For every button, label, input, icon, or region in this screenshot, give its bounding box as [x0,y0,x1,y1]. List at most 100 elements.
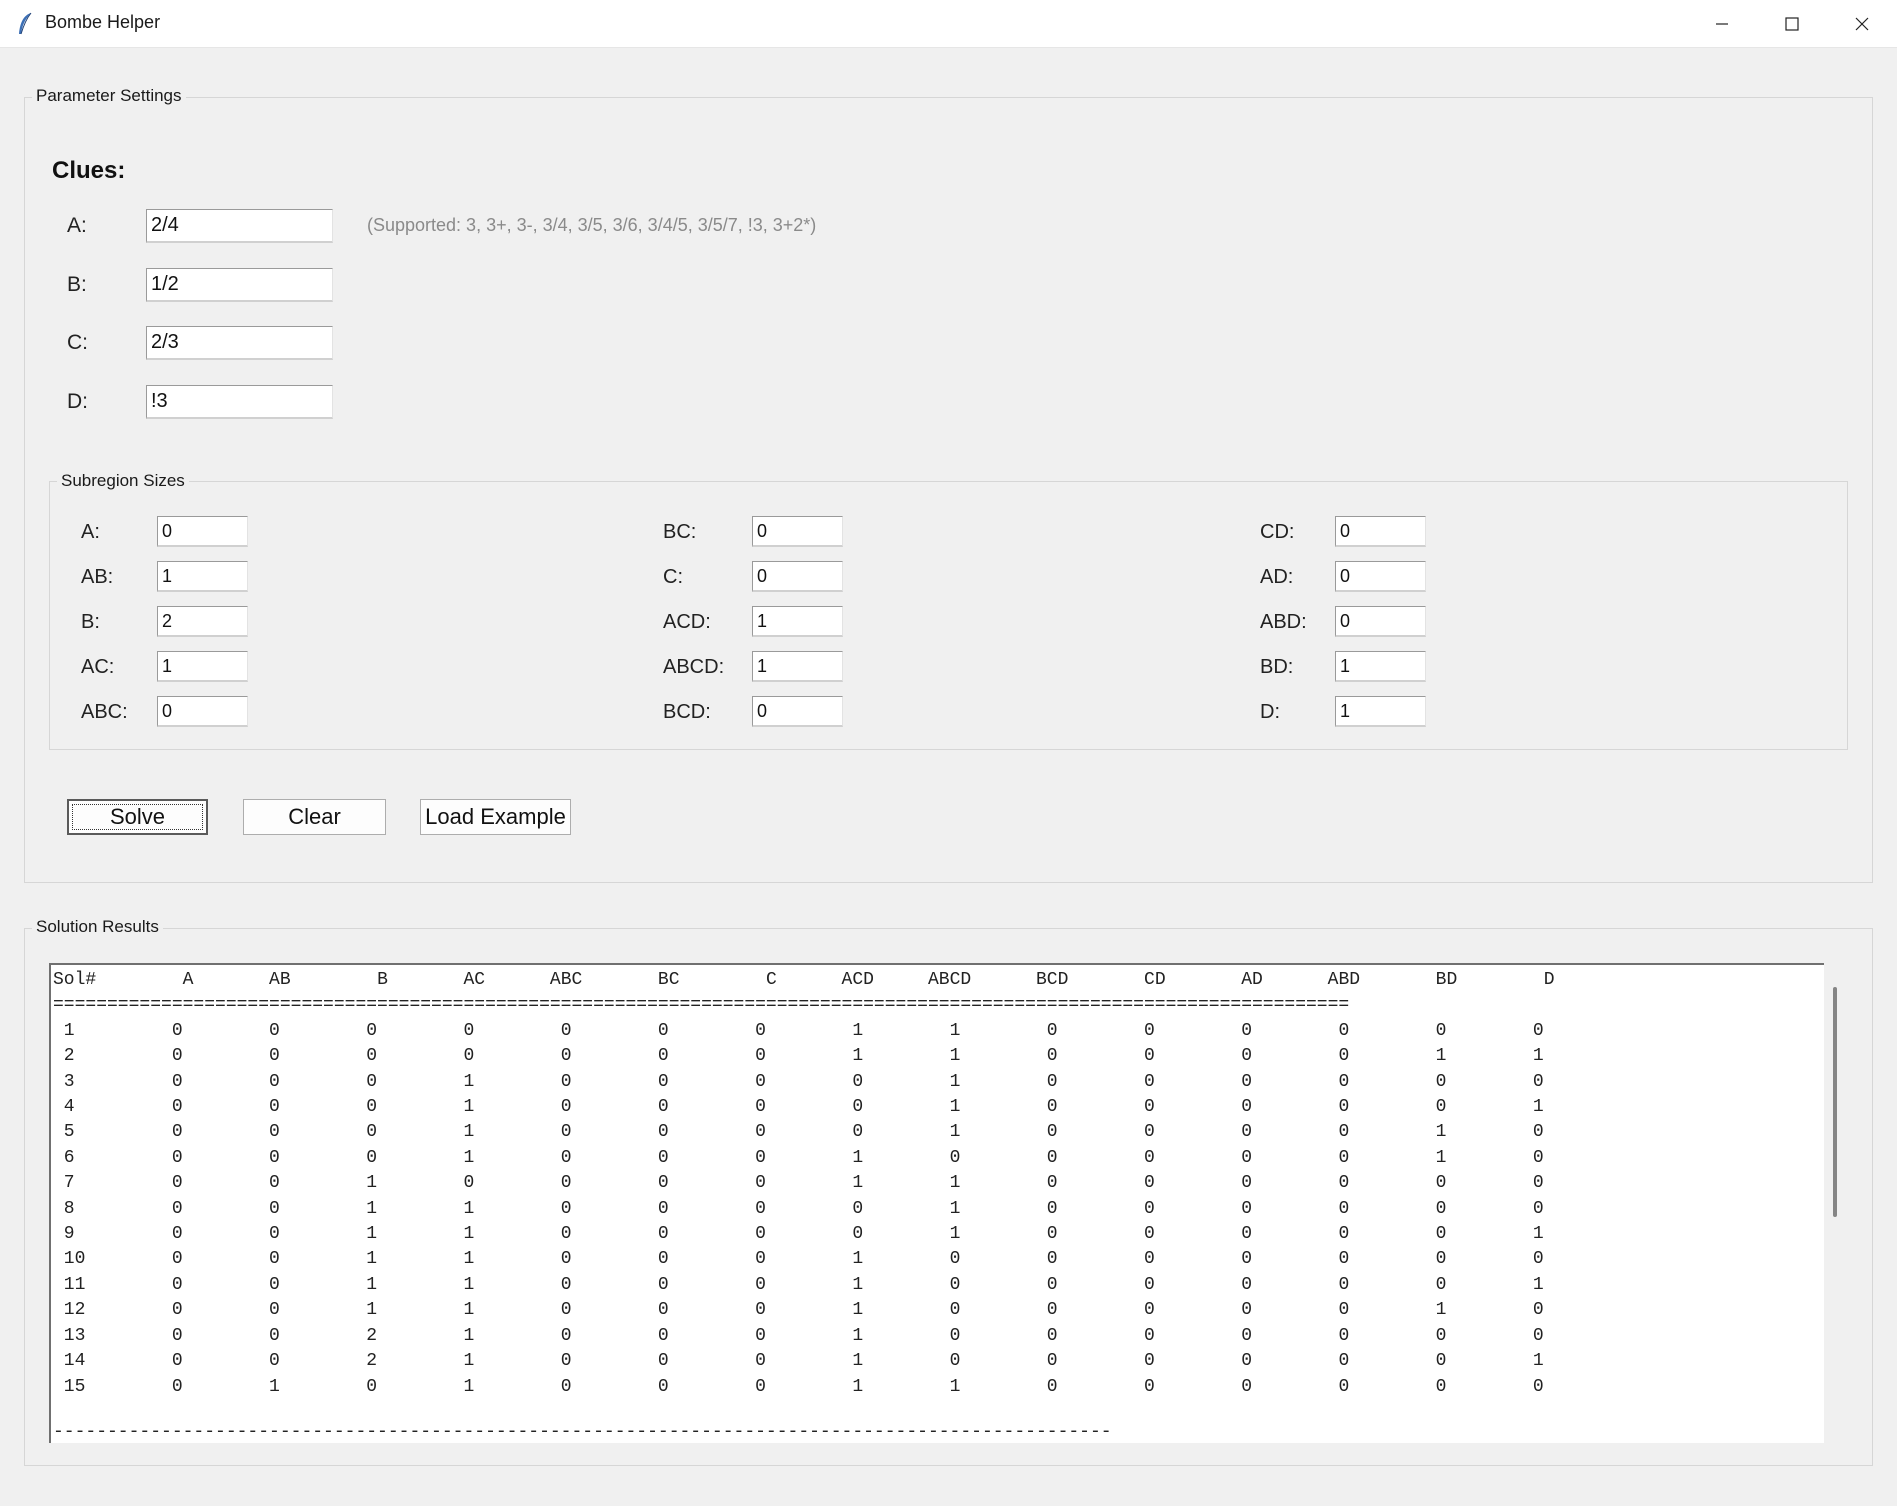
subregion-label-c: C: [663,566,683,588]
table-cell: 0 [107,1097,194,1118]
table-cell: 1 [776,1351,874,1372]
subregion-input-abcd[interactable] [752,651,843,682]
table-cell: 0 [1165,1071,1263,1092]
table-cell: 0 [971,1097,1069,1118]
table-cell: 0 [582,1376,680,1397]
table-cell: 0 [1068,1071,1166,1092]
table-cell: 1 [873,1122,972,1143]
solution-number: 3 [53,1071,108,1092]
close-button[interactable] [1827,0,1897,47]
table-cell: 1 [1360,1046,1458,1067]
table-cell: 0 [485,1300,583,1321]
results-table: Sol# A AB B AC ABC BC C ACD ABCD BCD CD … [53,968,1555,1400]
table-cell: 0 [582,1325,680,1346]
table-cell: 0 [1360,1198,1458,1219]
table-cell: 0 [107,1147,194,1168]
subregion-input-bd[interactable] [1335,651,1426,682]
table-cell: 1 [387,1376,486,1397]
table-cell: 1 [776,1274,874,1295]
table-cell: 0 [1262,1020,1361,1041]
table-cell: 0 [193,1300,291,1321]
clue-input-b[interactable] [146,268,333,302]
header-cell: AD [1165,970,1263,990]
subregion-label-a: A: [81,521,100,543]
table-cell: 1 [1457,1351,1555,1372]
table-cell: 0 [971,1173,1069,1194]
subregion-input-d[interactable] [1335,696,1426,727]
table-cell: 0 [971,1198,1069,1219]
table-cell: 1 [873,1198,972,1219]
parameter-settings-label: Parameter Settings [32,86,186,106]
table-cell: 0 [193,1147,291,1168]
minimize-button[interactable] [1687,0,1757,47]
table-cell: 1 [387,1198,486,1219]
subregion-input-abd[interactable] [1335,606,1426,637]
table-cell: 0 [776,1224,874,1245]
table-cell: 1 [387,1097,486,1118]
subregion-input-ab[interactable] [157,561,248,592]
table-row: 9 0 0 1 1 0 0 0 0 1 0 0 0 0 0 1 [53,1224,1555,1244]
maximize-button[interactable] [1757,0,1827,47]
table-cell: 1 [1360,1300,1458,1321]
table-cell: 1 [873,1046,972,1067]
clue-input-d[interactable] [146,385,333,419]
table-cell: 0 [873,1249,972,1270]
solution-results-label: Solution Results [32,917,163,937]
table-cell: 0 [1068,1147,1166,1168]
clear-button[interactable]: Clear [243,799,386,835]
table-cell: 0 [971,1071,1069,1092]
subregion-label-abcd: ABCD: [663,656,725,678]
clues-title: Clues: [52,157,126,184]
table-cell: 0 [873,1300,972,1321]
subregion-input-cd[interactable] [1335,516,1426,547]
solve-button[interactable]: Solve [67,799,208,835]
subregion-input-bc[interactable] [752,516,843,547]
subregion-input-b[interactable] [157,606,248,637]
table-row: 15 0 1 0 1 0 0 0 1 1 0 0 0 0 0 0 [53,1377,1555,1397]
feather-icon [19,12,32,35]
table-cell: 0 [1262,1198,1361,1219]
table-cell: 0 [776,1198,874,1219]
table-cell: 0 [1457,1325,1555,1346]
header-cell: A [107,970,194,990]
results-footer-separator: ----------------------------------------… [53,1422,1112,1442]
solution-number: 12 [53,1300,108,1321]
results-scrollbar[interactable] [1833,987,1837,1217]
table-cell: 0 [1360,1351,1458,1372]
subregion-input-abc[interactable] [157,696,248,727]
subregion-input-ad[interactable] [1335,561,1426,592]
subregion-input-bcd[interactable] [752,696,843,727]
subregion-input-a[interactable] [157,516,248,547]
clue-input-a[interactable] [146,209,333,243]
table-cell: 0 [387,1046,486,1067]
table-cell: 0 [290,1046,388,1067]
subregion-input-acd[interactable] [752,606,843,637]
table-cell: 0 [971,1020,1069,1041]
solution-number: 13 [53,1325,108,1346]
table-cell: 1 [1457,1046,1555,1067]
solution-number: 6 [53,1147,108,1168]
load-example-button[interactable]: Load Example [420,799,571,835]
clue-label-a: A: [67,214,87,237]
results-header-separator: ========================================… [53,995,1350,1016]
table-cell: 1 [873,1097,972,1118]
table-cell: 0 [485,1046,583,1067]
table-cell: 0 [193,1224,291,1245]
table-cell: 0 [1068,1300,1166,1321]
minimize-icon [1716,22,1728,25]
clue-label-b: B: [67,273,87,296]
table-cell: 0 [971,1325,1069,1346]
table-cell: 0 [679,1325,777,1346]
subregion-input-ac[interactable] [157,651,248,682]
table-cell: 0 [1068,1376,1166,1397]
table-cell: 0 [971,1046,1069,1067]
results-text-area[interactable]: Sol# A AB B AC ABC BC C ACD ABCD BCD CD … [49,963,1824,1443]
table-cell: 1 [290,1274,388,1295]
table-cell: 0 [679,1224,777,1245]
table-cell: 0 [679,1046,777,1067]
subregion-input-c[interactable] [752,561,843,592]
table-cell: 0 [1068,1020,1166,1041]
table-cell: 0 [1068,1173,1166,1194]
clue-input-c[interactable] [146,326,333,360]
table-cell: 0 [679,1071,777,1092]
